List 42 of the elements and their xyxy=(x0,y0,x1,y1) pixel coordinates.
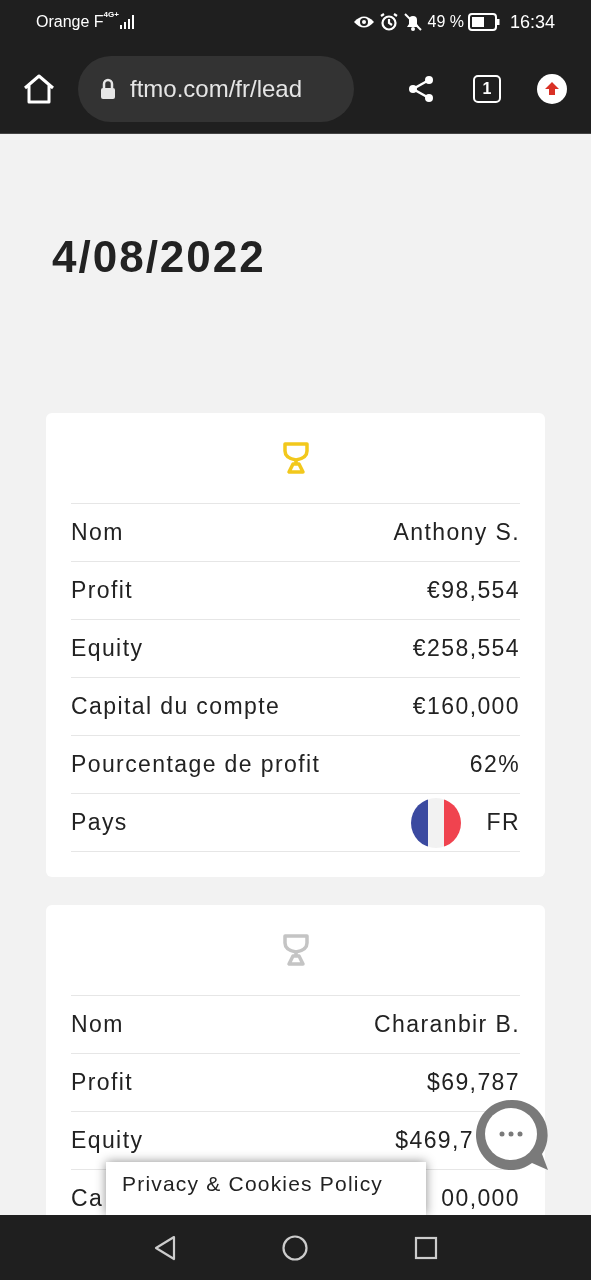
eye-icon xyxy=(353,14,376,30)
field-label: Equity xyxy=(71,635,144,662)
chat-icon[interactable] xyxy=(474,1098,549,1173)
carrier-name: Orange F xyxy=(36,13,104,31)
field-value: 62% xyxy=(469,751,520,778)
share-icon[interactable] xyxy=(407,74,435,103)
battery-percentage: 49 % xyxy=(427,13,464,31)
muted-bell-icon xyxy=(403,12,424,32)
date-heading: 4/08/2022 xyxy=(52,231,267,283)
field-value: $69,787 xyxy=(427,1069,520,1096)
field-label: Profit xyxy=(71,577,134,604)
field-label: Capital du compte xyxy=(71,693,281,720)
field-value: FR xyxy=(486,809,520,836)
battery-icon xyxy=(467,13,500,31)
field-value: €98,554 xyxy=(427,577,520,604)
clock-time: 16:34 xyxy=(509,11,555,33)
field-value: 00,000 xyxy=(441,1185,520,1212)
field-value: Anthony S. xyxy=(393,519,520,546)
back-icon[interactable] xyxy=(152,1234,177,1261)
flag-icon xyxy=(410,797,461,848)
alarm-icon xyxy=(379,12,400,32)
network-type: 4G+ xyxy=(103,10,119,19)
cookie-policy-link[interactable]: Privacy & Cookies Policy xyxy=(106,1162,426,1215)
field-label: Ca xyxy=(71,1185,104,1212)
field-value: Charanbir B. xyxy=(374,1011,520,1038)
field-label: Profit xyxy=(71,1069,134,1096)
recent-apps-icon[interactable] xyxy=(414,1235,439,1260)
field-value: €258,554 xyxy=(412,635,520,662)
tab-count-button[interactable]: 1 xyxy=(473,74,501,103)
field-label: Nom xyxy=(71,519,124,546)
field-label: Pays xyxy=(71,809,128,836)
address-bar[interactable]: ftmo.com/fr/lead xyxy=(78,55,354,122)
field-label: Pourcentage de profit xyxy=(71,751,321,778)
home-icon[interactable] xyxy=(282,1234,309,1261)
field-value: $469,7 xyxy=(395,1127,474,1154)
lock-icon xyxy=(100,77,116,100)
field-label: Equity xyxy=(71,1127,144,1154)
home-icon[interactable] xyxy=(22,72,56,105)
update-icon[interactable] xyxy=(537,73,567,104)
field-value: €160,000 xyxy=(412,693,520,720)
field-label: Nom xyxy=(71,1011,124,1038)
signal-icon xyxy=(118,14,135,30)
